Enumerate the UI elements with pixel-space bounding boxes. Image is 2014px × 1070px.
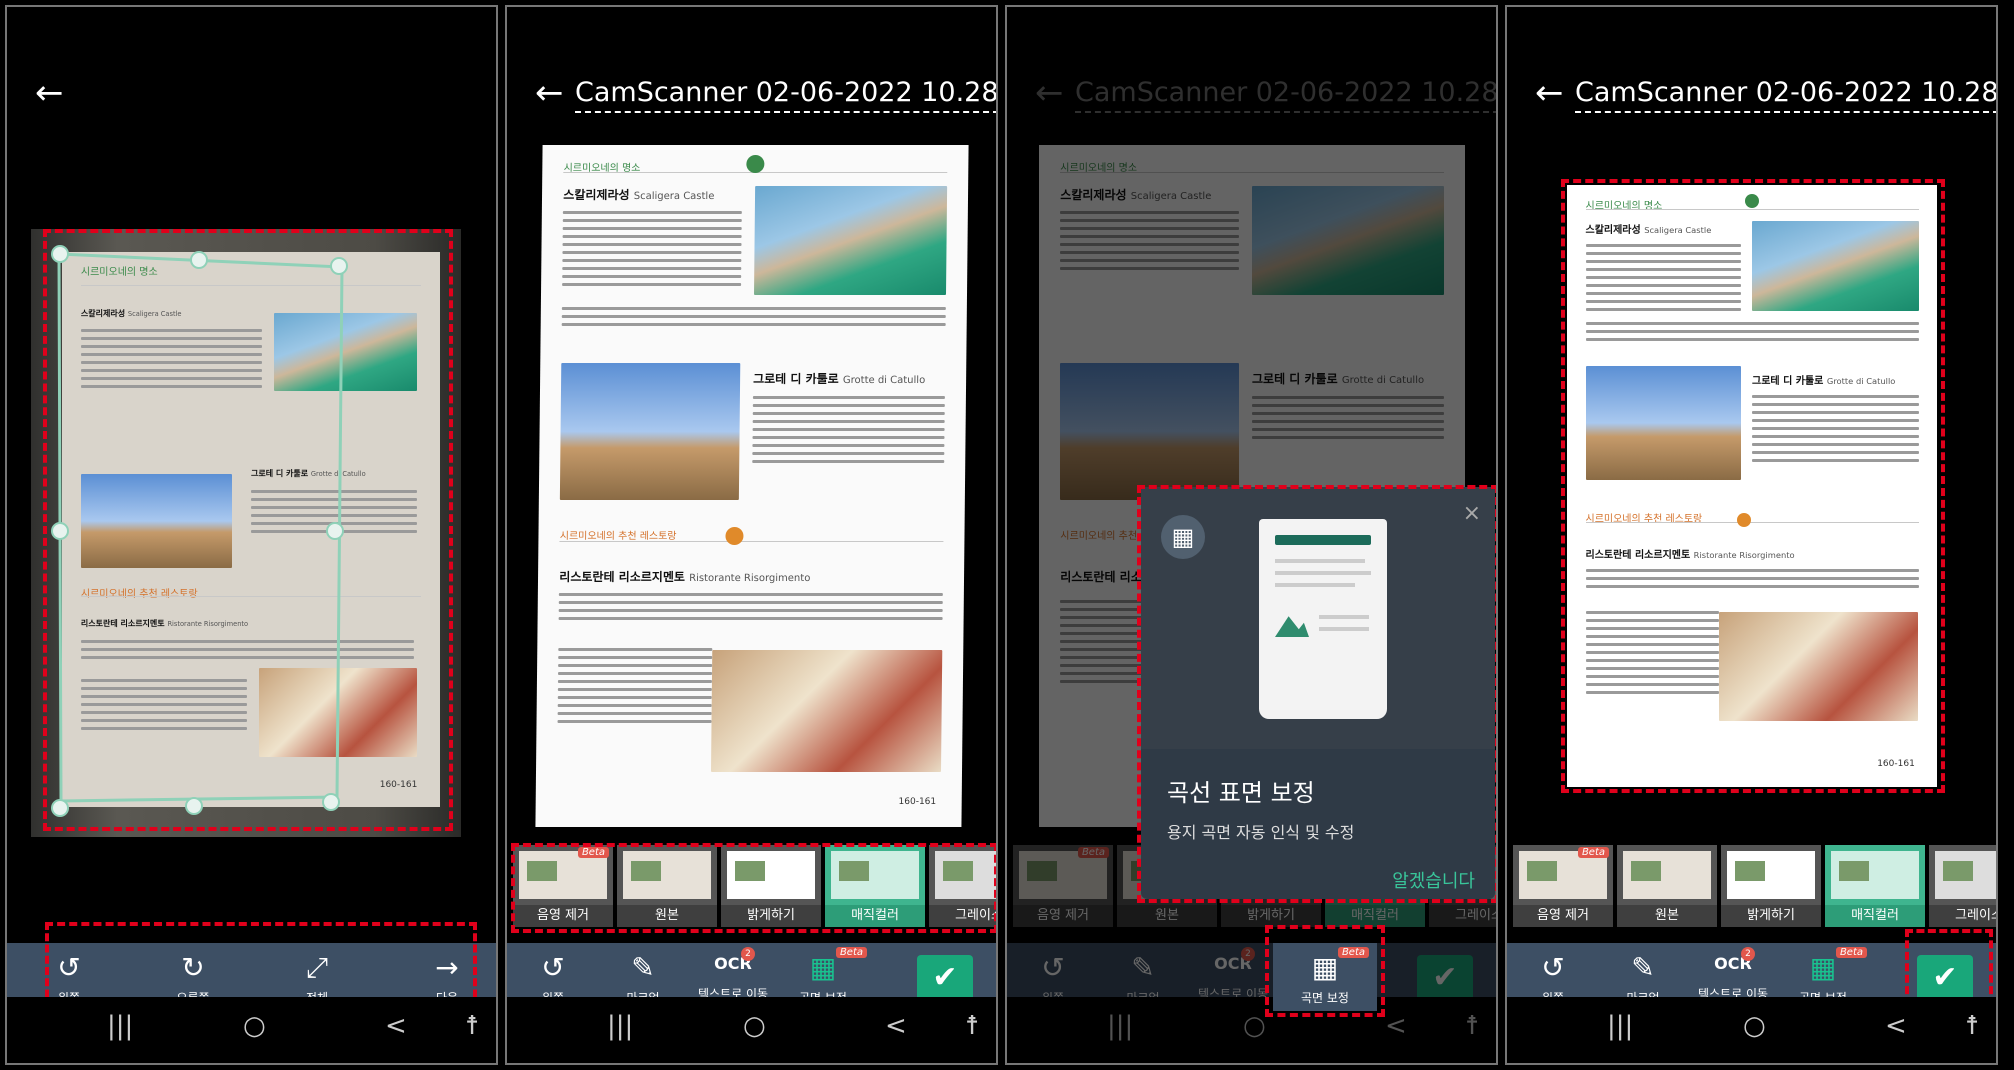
home-button[interactable]: ○: [743, 1011, 766, 1041]
panel-crop: ← 시르미오네의 명소 스칼리제라성 Scaligera Castle 그로테 …: [5, 5, 498, 1065]
back-arrow-icon[interactable]: ←: [1535, 73, 1564, 113]
system-navbar: ||| ○ < ☨: [507, 997, 996, 1063]
back-nav-button[interactable]: <: [385, 1011, 407, 1041]
recents-button[interactable]: |||: [107, 1011, 133, 1041]
system-navbar: ||| ○ < ☨: [1507, 997, 1996, 1063]
highlight-crop: [43, 229, 453, 831]
pen-icon: ✎: [1631, 951, 1655, 984]
ocr-icon: OCR: [714, 954, 752, 973]
back-arrow-icon[interactable]: ←: [535, 73, 564, 113]
document-title[interactable]: CamScanner 02-06-2022 10.28: [1575, 77, 1996, 113]
ocr-button[interactable]: OCR 2 텍스트로 이동: [693, 947, 773, 1002]
filter-strip: Beta음영 제거 원본 밝게하기 매직컬러 그레이스: [1507, 845, 1996, 927]
ocr-icon: OCR: [1714, 954, 1752, 973]
panel-filters: ← CamScanner 02-06-2022 10.28 시르미오네의 명소 …: [505, 5, 998, 1065]
recents-button[interactable]: |||: [607, 1011, 633, 1041]
filter-grayscale[interactable]: 그레이스: [1929, 845, 1996, 927]
highlight-curve-button: [1265, 925, 1385, 1017]
back-nav-button[interactable]: <: [1885, 1011, 1907, 1041]
ocr-button[interactable]: OCR2텍스트로 이동: [1693, 947, 1773, 1002]
filter-magic-color[interactable]: 매직컬러: [1825, 845, 1925, 927]
accessibility-icon[interactable]: ☨: [465, 1011, 479, 1041]
rotate-left-icon: ↺: [541, 951, 565, 984]
document-title[interactable]: CamScanner 02-06-2022 10.28: [575, 77, 996, 113]
accessibility-icon[interactable]: ☨: [965, 1011, 979, 1041]
back-nav-button[interactable]: <: [885, 1011, 907, 1041]
confirm-button[interactable]: ✔: [917, 955, 973, 1001]
back-arrow-icon[interactable]: ←: [35, 73, 64, 113]
document-preview: 시르미오네의 명소 스칼리제라성 Scaligera Castle 그로테 디 …: [535, 145, 969, 827]
check-icon: ✔: [932, 960, 958, 995]
home-button[interactable]: ○: [1743, 1011, 1766, 1041]
highlight-filter-strip: [511, 843, 996, 933]
highlight-corrected-document: [1561, 179, 1945, 793]
filter-brighten[interactable]: 밝게하기: [1721, 845, 1821, 927]
recents-button[interactable]: |||: [1607, 1011, 1633, 1041]
highlight-popup: [1137, 485, 1496, 903]
system-navbar: ||| ○ < ☨: [7, 997, 496, 1063]
accessibility-icon[interactable]: ☨: [1965, 1011, 1979, 1041]
panel-curve-popup: ← CamScanner 02-06-2022 10.28 시르미오네의 명소 …: [1005, 5, 1498, 1065]
filter-original[interactable]: 원본: [1617, 845, 1717, 927]
rotate-left-icon: ↺: [1541, 951, 1565, 984]
filter-shadow-removal[interactable]: Beta음영 제거: [1513, 845, 1613, 927]
panel-result: ← CamScanner 02-06-2022 10.28 시르미오네의 명소 …: [1505, 5, 1998, 1065]
home-button[interactable]: ○: [243, 1011, 266, 1041]
pen-icon: ✎: [631, 951, 655, 984]
